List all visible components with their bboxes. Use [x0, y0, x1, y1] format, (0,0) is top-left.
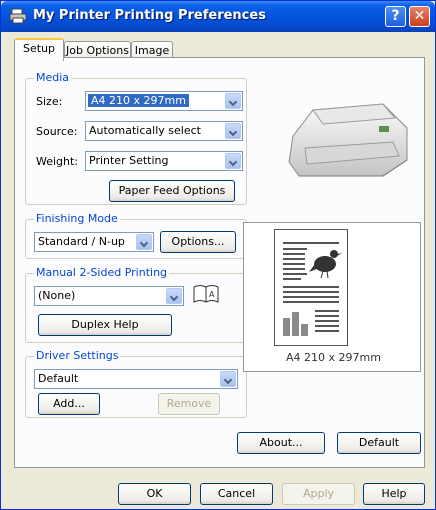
size-select[interactable]: A4 210 x 297mm: [85, 91, 243, 111]
paper-feed-options-button[interactable]: Paper Feed Options: [109, 180, 235, 202]
size-value: A4 210 x 297mm: [88, 94, 189, 107]
printer-image: [288, 103, 408, 177]
media-group-title: Media: [34, 71, 72, 84]
bar-illustration: [283, 312, 308, 336]
title-bar[interactable]: My Printer Printing Preferences ? ✕: [1, 1, 435, 32]
driver-settings-value: Default: [38, 372, 79, 385]
chevron-down-icon[interactable]: [225, 153, 241, 169]
finishing-options-button[interactable]: Options...: [160, 231, 236, 253]
help-button[interactable]: Help: [363, 483, 425, 505]
size-label: Size:: [36, 95, 63, 108]
default-button[interactable]: Default: [337, 432, 421, 454]
finishing-mode-value: Standard / N-up: [38, 235, 125, 248]
manual-duplex-title: Manual 2-Sided Printing: [34, 266, 170, 279]
document-thumbnail: [283, 242, 342, 336]
printing-preferences-window: My Printer Printing Preferences ? ✕ Setu…: [0, 0, 436, 510]
source-select[interactable]: Automatically select: [85, 121, 243, 141]
close-button[interactable]: ✕: [409, 6, 430, 27]
media-group: Media Size: A4 210 x 297mm Source: Autom…: [25, 71, 247, 205]
paper-preview: [274, 229, 348, 346]
source-label: Source:: [36, 125, 78, 138]
about-button[interactable]: About...: [237, 432, 325, 454]
finishing-mode-group: Finishing Mode Standard / N-up Options..…: [25, 212, 247, 259]
driver-settings-select[interactable]: Default: [34, 369, 238, 389]
cancel-button[interactable]: Cancel: [200, 483, 273, 505]
page-preview: A4 210 x 297mm: [243, 222, 421, 372]
remove-button[interactable]: Remove: [158, 393, 220, 415]
preview-caption: A4 210 x 297mm: [286, 351, 381, 364]
manual-duplex-group: Manual 2-Sided Printing (None) A Duplex …: [25, 266, 247, 343]
chevron-down-icon[interactable]: [136, 234, 152, 250]
tab-setup[interactable]: Setup: [14, 38, 64, 61]
open-book-icon: A: [193, 285, 219, 303]
weight-label: Weight:: [36, 155, 79, 168]
help-title-button[interactable]: ?: [385, 6, 406, 27]
ok-button[interactable]: OK: [118, 483, 191, 505]
book-glyph: A: [209, 290, 215, 299]
printer-icon: [9, 8, 27, 24]
duplex-select[interactable]: (None): [34, 286, 184, 306]
chevron-down-icon[interactable]: [220, 371, 236, 387]
chevron-down-icon[interactable]: [225, 93, 241, 109]
driver-settings-group: Driver Settings Default Add... Remove: [25, 349, 247, 418]
finishing-mode-title: Finishing Mode: [34, 212, 120, 225]
source-value: Automatically select: [89, 124, 201, 137]
apply-button[interactable]: Apply: [282, 483, 355, 505]
chevron-down-icon[interactable]: [225, 123, 241, 139]
weight-value: Printer Setting: [89, 154, 169, 167]
bird-illustration: [309, 250, 342, 279]
duplex-value: (None): [38, 289, 76, 302]
add-button[interactable]: Add...: [38, 393, 100, 415]
duplex-help-button[interactable]: Duplex Help: [38, 314, 172, 336]
chevron-down-icon[interactable]: [166, 288, 182, 304]
weight-select[interactable]: Printer Setting: [85, 151, 243, 171]
finishing-mode-select[interactable]: Standard / N-up: [34, 232, 154, 252]
setup-panel: Media Size: A4 210 x 297mm Source: Autom…: [14, 57, 425, 468]
driver-settings-title: Driver Settings: [34, 349, 121, 362]
window-title: My Printer Printing Preferences: [33, 8, 266, 23]
